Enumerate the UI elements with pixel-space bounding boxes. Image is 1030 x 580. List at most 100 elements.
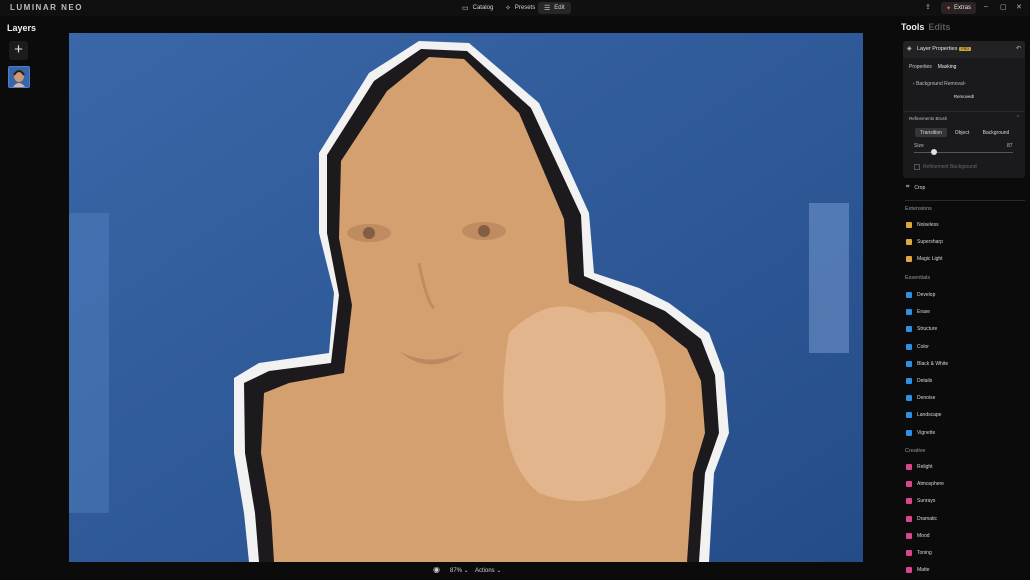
tool-icon <box>906 567 912 574</box>
minimize-icon[interactable]: – <box>984 3 988 10</box>
size-slider-track[interactable] <box>914 152 1013 153</box>
tool-denoise[interactable]: Denoise <box>906 395 936 402</box>
portrait-image <box>69 33 863 562</box>
nav-edit-label: Edit <box>554 5 565 11</box>
tool-atmosphere[interactable]: Atmosphere <box>906 481 944 488</box>
tool-label: Mood <box>917 532 930 539</box>
layers-stack-icon: ◈ <box>907 46 912 52</box>
pro-badge: PRO <box>959 46 971 51</box>
zoom-level[interactable]: 87% ⌄ <box>450 567 469 574</box>
tool-label: Develop <box>917 292 936 298</box>
mode-object[interactable]: Object <box>949 128 975 137</box>
refinement-background-checkbox[interactable]: Refinement Background <box>914 164 977 170</box>
info-dot-icon: • <box>963 81 966 87</box>
tool-black-white[interactable]: Black & White <box>906 360 948 367</box>
app-logo: LUMINAR NEO <box>10 3 83 12</box>
properties-masking-tabs: Properties Masking <box>909 64 962 70</box>
layer-properties-header[interactable]: ◈ Layer Properties PRO ↶ <box>903 41 1025 58</box>
tool-icon <box>906 481 912 488</box>
layer-properties-title: Layer Properties <box>917 46 958 52</box>
extras-icon: ✦ <box>946 5 952 12</box>
chevron-up-icon[interactable]: ⌃ <box>1016 115 1020 121</box>
tool-icon <box>906 292 912 298</box>
presets-icon: ✧ <box>505 5 511 12</box>
bottom-bar <box>0 562 1030 580</box>
tool-icon <box>906 464 912 470</box>
nav-presets-label: Presets <box>514 5 536 11</box>
refinements-brush-label: Refinements Brush <box>909 116 948 121</box>
tool-icon <box>906 498 912 505</box>
sliders-icon: ☰ <box>544 5 551 12</box>
removed-status: Removed! <box>953 94 975 99</box>
layer-thumbnail[interactable] <box>8 66 30 88</box>
nav-catalog[interactable]: ▭ Catalog <box>456 2 499 14</box>
tool-color[interactable]: Color <box>906 343 929 350</box>
tool-icon <box>906 239 912 245</box>
tool-dramatic[interactable]: Dramatic <box>906 515 938 522</box>
actions-label: Actions <box>475 568 495 574</box>
tool-supersharp[interactable]: Supersharp <box>906 239 943 245</box>
tab-edits[interactable]: Edits <box>928 22 950 32</box>
size-slider-handle[interactable] <box>930 149 937 155</box>
layer-thumbnail-image <box>9 67 29 87</box>
panel-tabs: Tools Edits <box>901 22 950 32</box>
folder-icon: ▭ <box>462 5 469 12</box>
tool-icon <box>906 515 912 522</box>
tool-erase[interactable]: Erase <box>906 309 931 316</box>
tool-mood[interactable]: Mood <box>906 532 930 539</box>
tool-crop-label: Crop <box>914 184 926 191</box>
close-icon[interactable]: ✕ <box>1016 3 1022 11</box>
divider <box>903 111 1025 112</box>
chevron-left-icon: ‹ <box>913 81 915 87</box>
extras-button[interactable]: ✦ Extras <box>941 2 977 14</box>
photo-canvas[interactable] <box>69 33 863 562</box>
tab-masking[interactable]: Masking <box>938 64 957 70</box>
share-icon[interactable]: ⇪ <box>925 3 931 11</box>
tool-label: Supersharp <box>917 239 943 245</box>
tool-label: Toning <box>917 550 932 556</box>
tab-tools[interactable]: Tools <box>901 22 924 32</box>
tool-icon <box>906 378 912 384</box>
tool-icon <box>906 309 912 316</box>
tool-noiseless[interactable]: Noiseless <box>906 222 939 228</box>
mode-background[interactable]: Background <box>977 128 1015 137</box>
tool-label: Denoise <box>917 395 936 402</box>
tool-icon <box>906 412 912 419</box>
size-label: Size <box>914 143 924 149</box>
tool-vignette[interactable]: Vignette <box>906 429 936 436</box>
tool-sunrays[interactable]: Sunrays <box>906 498 936 505</box>
tool-develop[interactable]: Develop <box>906 292 935 298</box>
tool-label: Relight <box>917 464 933 470</box>
tool-details[interactable]: Details <box>906 378 932 384</box>
tool-icon <box>906 326 912 333</box>
tool-structure[interactable]: Structure <box>906 326 937 333</box>
tool-toning[interactable]: Toning <box>906 550 932 556</box>
tool-label: Magic Light <box>917 256 943 262</box>
tool-label: Sunrays <box>917 498 936 505</box>
tool-matte[interactable]: Matte <box>906 567 930 574</box>
tool-relight[interactable]: Relight <box>906 464 933 470</box>
nav-edit[interactable]: ☰ Edit <box>538 2 571 14</box>
tool-crop[interactable]: ⌗ Crop <box>906 184 925 191</box>
tool-magic-light[interactable]: Magic Light <box>906 256 943 262</box>
nav-presets[interactable]: ✧ Presets <box>499 2 541 14</box>
add-layer-button[interactable]: + <box>9 41 28 60</box>
tool-label: Erase <box>917 309 931 316</box>
crop-icon: ⌗ <box>906 184 910 190</box>
eye-icon[interactable]: ◉ <box>433 565 440 574</box>
tool-label: Vignette <box>917 429 936 436</box>
nav-catalog-label: Catalog <box>472 5 494 11</box>
mode-transition[interactable]: Transition <box>915 128 947 137</box>
tool-landscape[interactable]: Landscape <box>906 412 941 419</box>
reset-icon[interactable]: ↶ <box>1016 45 1021 52</box>
tool-icon <box>906 222 912 228</box>
refinement-background-label: Refinement Background <box>923 164 977 170</box>
zoom-value: 87% <box>450 568 463 574</box>
actions-menu[interactable]: Actions ⌄ <box>475 567 501 574</box>
tool-label: Dramatic <box>917 515 938 522</box>
background-removal-label: Background Removal <box>916 81 964 87</box>
tab-properties[interactable]: Properties <box>909 64 932 70</box>
background-removal-back[interactable]: ‹ Background Removal• <box>913 81 966 87</box>
maximize-icon[interactable]: ▢ <box>1000 3 1007 11</box>
layer-properties-card: ◈ Layer Properties PRO ↶ Properties Maskin… <box>903 41 1025 178</box>
